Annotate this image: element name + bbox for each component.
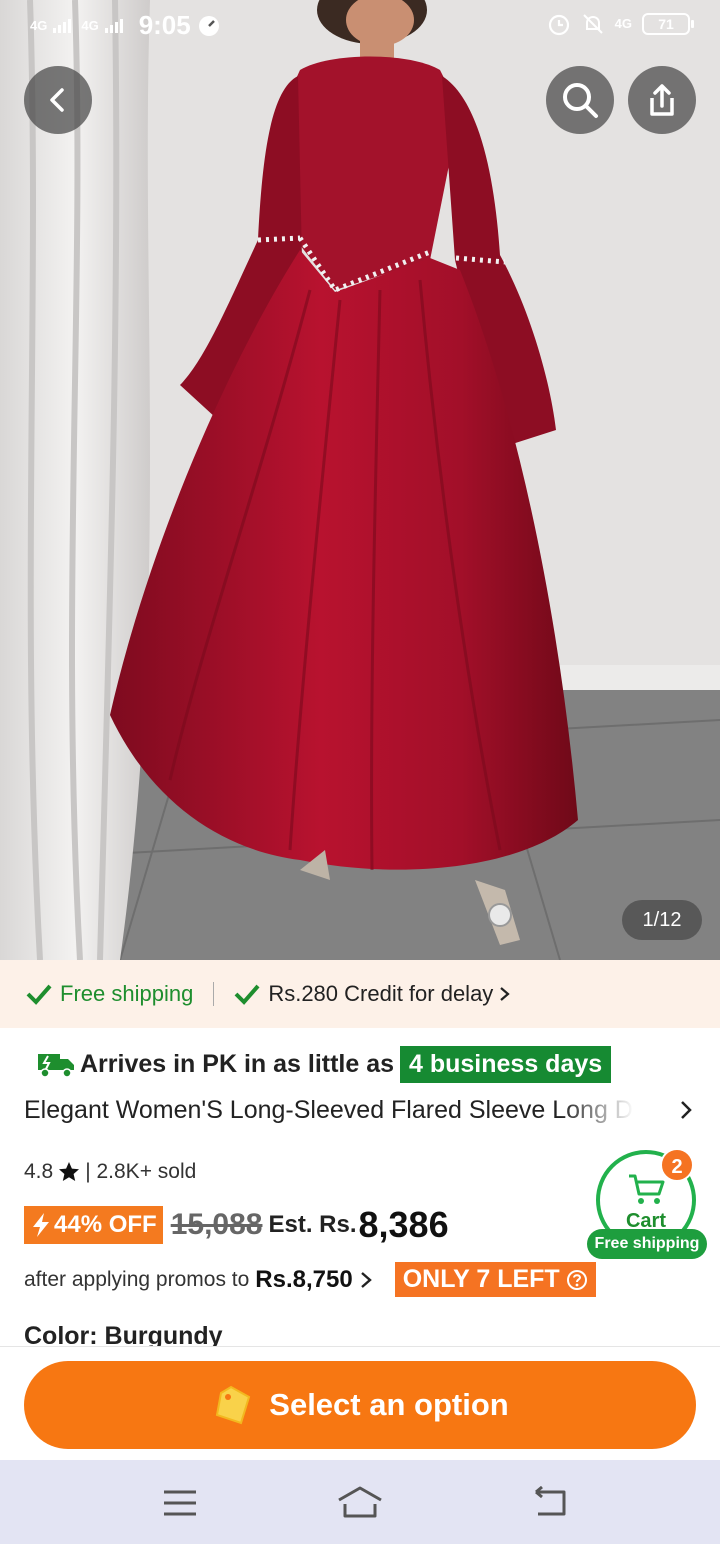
chevron-right-icon[interactable] — [674, 1098, 698, 1122]
help-icon — [566, 1269, 587, 1290]
stock-text: ONLY 7 LEFT — [402, 1265, 560, 1293]
status-time: 9:05 — [138, 10, 191, 40]
bottom-action-bar: Select an option — [0, 1346, 720, 1460]
share-icon — [650, 84, 674, 116]
back-button[interactable] — [24, 66, 92, 134]
shipping-info-strip[interactable]: Free shipping Rs.280 Credit for delay — [0, 960, 720, 1028]
estimated-price: 8,386 — [358, 1204, 449, 1245]
product-image[interactable] — [0, 0, 720, 960]
image-counter: 1/12 — [622, 900, 702, 940]
cart-icon — [629, 1174, 665, 1204]
original-price: 15,088 — [170, 1208, 263, 1241]
rating-value: 4.8 — [24, 1160, 54, 1183]
price-tag-icon — [216, 1385, 251, 1425]
cart-count-badge: 2 — [660, 1148, 694, 1182]
rating-row[interactable]: 4.8 | 2.8K+ sold — [24, 1160, 196, 1184]
promo-text: after applying promos to — [24, 1267, 250, 1291]
back-nav-icon[interactable] — [530, 1486, 570, 1518]
star-icon — [59, 1162, 80, 1181]
system-nav-bar — [0, 1460, 720, 1544]
arrive-text: Arrives in PK in as little as — [80, 1050, 395, 1078]
select-option-label: Select an option — [269, 1387, 509, 1422]
share-button[interactable] — [628, 66, 696, 134]
product-title[interactable]: Elegant Women'S Long-Sleeved Flared Slee… — [24, 1096, 634, 1125]
dress-photo — [0, 0, 720, 960]
chevron-right-icon — [360, 1271, 372, 1288]
free-shipping-label: Free shipping — [60, 981, 194, 1006]
signal-bars-icon — [104, 18, 123, 33]
lightning-icon — [33, 1213, 49, 1237]
alarm-icon — [548, 14, 569, 36]
estimated-label: Est. Rs. — [268, 1211, 357, 1238]
search-icon — [563, 83, 598, 118]
signal-bars-icon — [53, 18, 72, 33]
battery-icon: 71 — [642, 13, 694, 35]
credit-delay-label: Rs.280 Credit for delay — [268, 981, 494, 1006]
home-icon[interactable] — [335, 1484, 385, 1520]
chevron-right-icon — [500, 987, 511, 1001]
signal-2-icon: 4G — [81, 17, 99, 33]
arrival-info: Arrives in PK in as little as 4 business… — [36, 1046, 612, 1083]
promo-price: Rs.8,750 — [255, 1265, 353, 1293]
select-option-button[interactable]: Select an option — [24, 1361, 696, 1449]
discount-badge: 44% OFF — [24, 1206, 163, 1244]
check-icon — [234, 984, 260, 1005]
menu-icon[interactable] — [162, 1488, 198, 1518]
delivery-truck-icon — [38, 1053, 74, 1078]
arrive-days-badge: 4 business days — [400, 1046, 612, 1083]
divider — [213, 982, 215, 1006]
check-icon — [26, 984, 52, 1005]
chevron-left-icon — [50, 88, 64, 112]
search-button[interactable] — [546, 66, 614, 134]
signal-1-icon: 4G — [30, 17, 48, 33]
status-bar: 4G 4G 9:05 4G 71 — [0, 0, 720, 56]
cart-free-shipping-badge: Free shipping — [587, 1229, 707, 1259]
speedometer-icon — [198, 15, 219, 36]
promo-row[interactable]: after applying promos to Rs.8,750 ONLY 7… — [24, 1262, 596, 1297]
bell-muted-icon — [582, 14, 603, 34]
network-icon: 4G — [614, 16, 632, 31]
stock-badge[interactable]: ONLY 7 LEFT — [394, 1262, 596, 1297]
sold-count: | 2.8K+ sold — [85, 1160, 197, 1183]
price-row: 44% OFF 15,088 Est. Rs. 8,386 — [24, 1204, 449, 1246]
discount-text: 44% OFF — [54, 1211, 157, 1238]
